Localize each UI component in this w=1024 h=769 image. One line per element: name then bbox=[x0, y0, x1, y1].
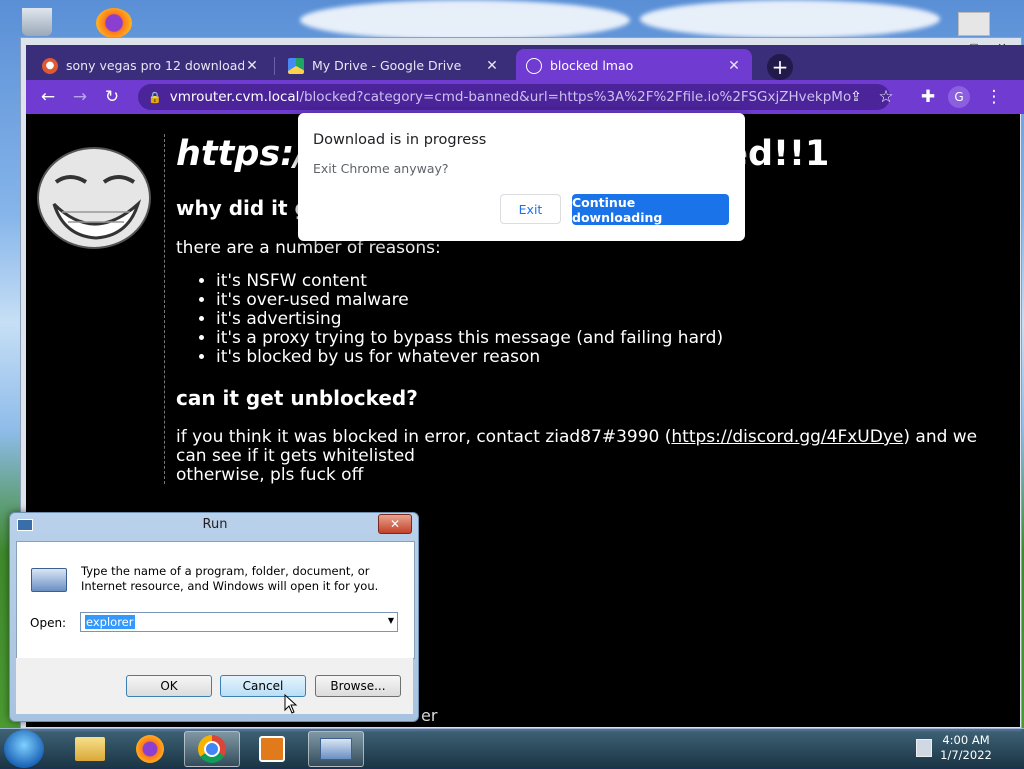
list-item: it's NSFW content bbox=[216, 272, 723, 291]
taskbar: 4:00 AM 1/7/2022 bbox=[0, 728, 1024, 769]
clock-date: 1/7/2022 bbox=[940, 748, 992, 762]
mouse-cursor-icon bbox=[284, 694, 298, 714]
taskbar-media-player-icon[interactable] bbox=[244, 731, 300, 767]
tab-sony-vegas[interactable]: ● sony vegas pro 12 download at D ✕ bbox=[32, 49, 270, 82]
discord-link[interactable]: https://discord.gg/4FxUDye bbox=[671, 427, 903, 447]
profile-avatar[interactable]: G bbox=[948, 86, 970, 108]
continue-downloading-button[interactable]: Continue downloading bbox=[572, 194, 729, 225]
list-item: it's advertising bbox=[216, 310, 723, 329]
close-tab-icon[interactable]: ✕ bbox=[244, 58, 260, 74]
list-item: it's over-used malware bbox=[216, 291, 723, 310]
list-item: it's a proxy trying to bypass this messa… bbox=[216, 329, 723, 348]
globe-icon bbox=[526, 57, 542, 74]
open-label: Open: bbox=[30, 616, 67, 630]
download-in-progress-dialog: Download is in progress Exit Chrome anyw… bbox=[298, 113, 745, 241]
contact-paragraph: if you think it was blocked in error, co… bbox=[176, 427, 978, 485]
run-description: Type the name of a program, folder, docu… bbox=[81, 564, 379, 593]
browse-button[interactable]: Browse... bbox=[315, 675, 401, 697]
dialog-message: Exit Chrome anyway? bbox=[313, 161, 449, 176]
firefox-desktop-icon[interactable] bbox=[96, 8, 132, 38]
dialog-title: Download is in progress bbox=[313, 132, 487, 148]
taskbar-firefox-icon[interactable] bbox=[122, 731, 178, 767]
tab-google-drive[interactable]: My Drive - Google Drive ✕ bbox=[278, 49, 510, 82]
network-tray-icon[interactable] bbox=[916, 739, 932, 757]
chevron-down-icon[interactable]: ▼ bbox=[388, 616, 394, 625]
google-drive-favicon-icon bbox=[288, 57, 304, 74]
desktop-cloud bbox=[640, 0, 940, 38]
duckduckgo-favicon-icon: ● bbox=[42, 57, 58, 74]
browser-toolbar: ← → ↻ 🔒 vmrouter.cvm.local/blocked?categ… bbox=[26, 80, 1024, 114]
extensions-puzzle-icon[interactable]: ✚ bbox=[916, 85, 940, 109]
forward-arrow-icon[interactable]: → bbox=[68, 85, 92, 109]
desktop-cloud bbox=[300, 0, 630, 40]
close-tab-icon[interactable]: ✕ bbox=[484, 58, 500, 74]
run-close-button[interactable]: ✕ bbox=[378, 514, 412, 534]
recycle-bin-icon[interactable] bbox=[22, 8, 52, 36]
otherwise-text: otherwise, pls fuck off bbox=[176, 465, 364, 485]
lock-icon: 🔒 bbox=[148, 90, 162, 104]
why-heading: why did it g bbox=[176, 196, 309, 220]
list-item: it's blocked by us for whatever reason bbox=[216, 348, 723, 367]
tab-separator bbox=[274, 57, 275, 75]
run-input-value[interactable]: explorer bbox=[85, 615, 135, 629]
taskbar-clock[interactable]: 4:00 AM 1/7/2022 bbox=[936, 733, 996, 763]
run-dialog: Run ✕ Type the name of a program, folder… bbox=[9, 512, 419, 722]
taskbar-explorer-icon[interactable] bbox=[62, 731, 118, 767]
tab-blocked-lmao[interactable]: blocked lmao ✕ bbox=[516, 49, 752, 82]
back-arrow-icon[interactable]: ← bbox=[36, 85, 60, 109]
run-program-icon bbox=[31, 568, 67, 592]
start-button[interactable] bbox=[4, 730, 44, 768]
bookmark-star-icon[interactable]: ☆ bbox=[874, 85, 898, 109]
run-open-combobox[interactable]: explorer ▼ bbox=[80, 612, 398, 632]
troll-face-image bbox=[37, 147, 151, 249]
new-tab-button[interactable]: + bbox=[767, 54, 793, 80]
share-icon[interactable]: ⇪ bbox=[844, 85, 868, 109]
reload-icon[interactable]: ↻ bbox=[100, 85, 124, 109]
tab-strip: ● sony vegas pro 12 download at D ✕ My D… bbox=[26, 45, 1024, 83]
reasons-intro: there are a number of reasons: bbox=[176, 238, 441, 258]
menu-kebab-icon[interactable]: ⋮ bbox=[982, 85, 1006, 109]
taskbar-run-icon[interactable] bbox=[308, 731, 364, 767]
run-dialog-body: Type the name of a program, folder, docu… bbox=[16, 541, 415, 659]
address-bar[interactable]: 🔒 vmrouter.cvm.local/blocked?category=cm… bbox=[138, 84, 890, 110]
clock-time: 4:00 AM bbox=[942, 733, 990, 747]
taskbar-chrome-icon[interactable] bbox=[184, 731, 240, 767]
reasons-list: it's NSFW content it's over-used malware… bbox=[176, 272, 723, 367]
desktop-shortcut-icon[interactable] bbox=[958, 12, 990, 36]
divider-line bbox=[164, 134, 165, 484]
ok-button[interactable]: OK bbox=[126, 675, 212, 697]
footer-text-fragment: er bbox=[421, 706, 438, 725]
exit-button[interactable]: Exit bbox=[500, 194, 561, 224]
unblock-heading: can it get unblocked? bbox=[176, 386, 418, 410]
run-dialog-title: Run bbox=[202, 517, 228, 532]
run-dialog-footer: OK Cancel Browse... bbox=[16, 658, 413, 714]
close-tab-icon[interactable]: ✕ bbox=[726, 58, 742, 74]
